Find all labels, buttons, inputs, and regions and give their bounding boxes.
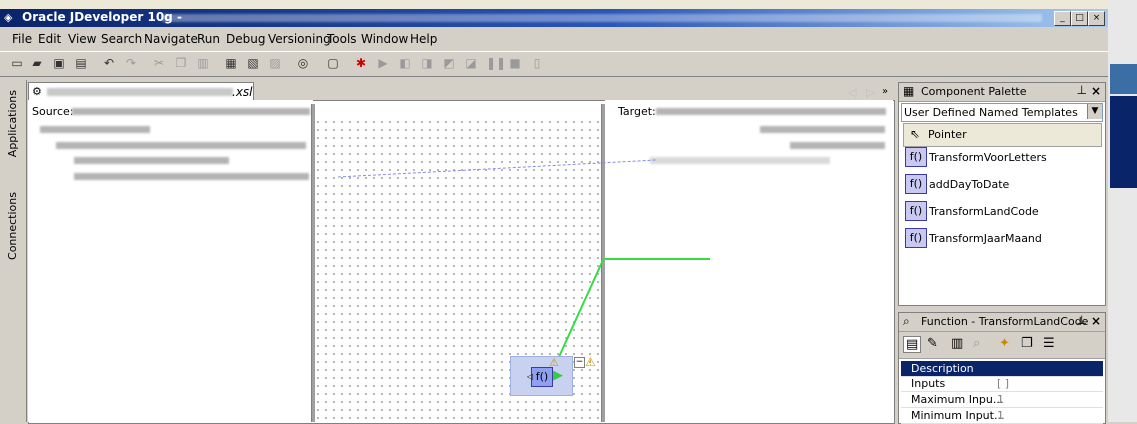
function-icon: f()	[905, 147, 927, 167]
function-properties-panel: ⌕ Function - TransformLandCode ⊥ × ▤ ✎ ▥…	[898, 312, 1106, 424]
function-icon: f()	[905, 228, 927, 248]
chevron-down-icon[interactable]: ▼	[1087, 104, 1102, 119]
warning-icon: ⚠	[549, 356, 559, 369]
background-window-fragment	[1110, 64, 1137, 94]
palette-item-transformjaarmaand[interactable]: f() TransformJaarMaand	[905, 228, 1042, 250]
palette-item-transformvoorletters[interactable]: f() TransformVoorLetters	[905, 147, 1047, 169]
green-link	[552, 259, 604, 371]
palette-pointer-label: Pointer	[928, 128, 967, 141]
pin-icon[interactable]: ⊥	[1077, 83, 1087, 97]
search-icon[interactable]: ⌕	[973, 336, 980, 351]
pin-icon[interactable]: ⊥	[1077, 313, 1087, 327]
highlight-icon[interactable]: ✦	[999, 336, 1010, 351]
properties-icon[interactable]: ▥	[951, 336, 963, 351]
property-value: 1	[997, 409, 1004, 422]
output-port-icon[interactable]: ▶	[553, 368, 563, 383]
property-row-description[interactable]: Description	[901, 361, 1103, 377]
property-key: Description	[911, 362, 974, 375]
component-palette: ▦ Component Palette ⊥ × User Defined Nam…	[898, 82, 1106, 306]
list-icon[interactable]: ☰	[1043, 336, 1055, 351]
property-value: [ ]	[997, 377, 1010, 390]
component-palette-title: Component Palette	[921, 85, 1027, 98]
property-row-inputs[interactable]: Inputs [ ]	[901, 376, 1103, 392]
background-window-fragment	[1110, 96, 1137, 188]
palette-item-transformlandcode[interactable]: f() TransformLandCode	[905, 201, 1039, 223]
property-key: Inputs	[911, 377, 946, 390]
collapse-toggle-icon[interactable]: −	[574, 357, 585, 368]
property-value: 1	[997, 393, 1004, 406]
edit-icon[interactable]: ✎	[927, 336, 938, 351]
properties-icon: ⌕	[903, 314, 910, 328]
palette-item-label: TransformJaarMaand	[929, 232, 1042, 245]
function-icon: f()	[905, 174, 927, 194]
palette-pointer[interactable]: ⇖ Pointer	[903, 123, 1102, 147]
warning-icon: ⚠	[585, 355, 596, 369]
pointer-icon: ⇖	[910, 127, 921, 141]
palette-item-label: addDayToDate	[929, 178, 1010, 191]
function-icon: f()	[905, 201, 927, 221]
property-row-maximum-inputs[interactable]: Maximum Inpu... 1	[901, 392, 1103, 408]
function-panel-title: Function - TransformLandCode	[921, 315, 1089, 328]
input-port-icon[interactable]: ◁	[527, 372, 533, 381]
palette-item-label: TransformVoorLetters	[929, 151, 1047, 164]
copy-icon[interactable]: ❐	[1021, 336, 1033, 351]
background-window-edge	[1108, 0, 1137, 422]
dashed-link	[337, 159, 657, 178]
palette-item-label: TransformLandCode	[929, 205, 1039, 218]
palette-category-value: User Defined Named Templates	[904, 106, 1078, 119]
palette-category-dropdown[interactable]: User Defined Named Templates ▼	[901, 103, 1103, 122]
property-key: Minimum Input...	[911, 409, 1005, 422]
function-node[interactable]: f() ◁ ▶	[510, 356, 573, 396]
palette-item-adddaytodate[interactable]: f() addDayToDate	[905, 174, 1009, 196]
categorized-view-icon[interactable]: ▤	[903, 336, 922, 353]
close-icon[interactable]: ×	[1091, 84, 1101, 98]
function-node-glyph: f()	[531, 367, 553, 387]
palette-icon: ▦	[903, 84, 915, 98]
function-panel-toolbar: ▤ ✎ ▥ ⌕ ✦ ❐ ☰	[899, 332, 1105, 359]
property-key: Maximum Inpu...	[911, 393, 1004, 406]
component-palette-header: ▦ Component Palette ⊥ ×	[899, 83, 1105, 102]
close-icon[interactable]: ×	[1091, 314, 1101, 328]
function-panel-header: ⌕ Function - TransformLandCode ⊥ ×	[899, 313, 1105, 332]
